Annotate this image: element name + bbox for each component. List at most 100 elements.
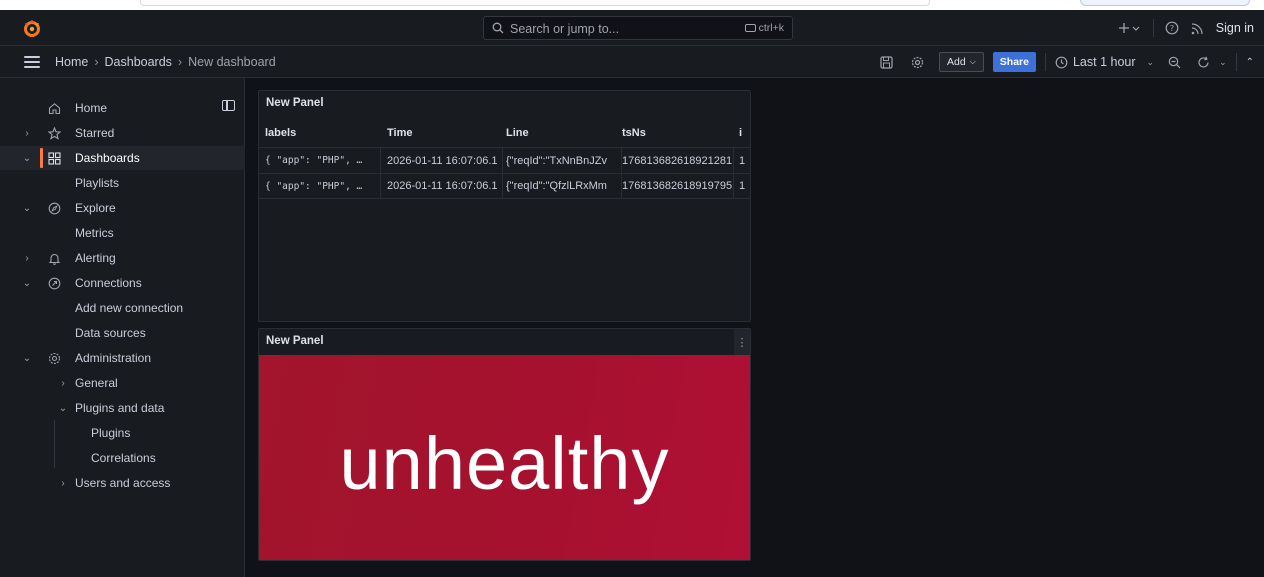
search-placeholder: Search or jump to... xyxy=(510,22,620,36)
browser-button xyxy=(1080,0,1250,6)
stat-value-background: unhealthy xyxy=(259,355,750,560)
table-row[interactable]: { "app": "PHP", … 2026-01-11 16:07:06.1 … xyxy=(259,147,750,173)
clock-icon xyxy=(1055,56,1068,68)
table-cell: {"reqId":"QfzlLRxMm xyxy=(506,174,622,198)
table-cell: 1 xyxy=(739,180,746,192)
chevron-up-icon[interactable]: ⌃ xyxy=(1246,57,1254,68)
sidebar-item-label: Plugins and data xyxy=(75,401,165,415)
browser-address-bar xyxy=(140,0,930,6)
nav-bar: Home › Dashboards › New dashboard Add ⌵ S… xyxy=(0,46,1264,78)
breadcrumb-dashboards[interactable]: Dashboards xyxy=(105,55,172,69)
cog-icon xyxy=(47,351,61,365)
sidebar-item-correlations[interactable]: Correlations xyxy=(0,446,245,470)
column-header-time[interactable]: Time xyxy=(387,121,503,145)
column-header-id[interactable]: i xyxy=(739,121,749,145)
sidebar-item-plugins[interactable]: Plugins xyxy=(0,421,245,445)
sidebar-item-data-sources[interactable]: Data sources xyxy=(0,321,245,345)
settings-gear-icon[interactable] xyxy=(910,55,924,69)
svg-text:?: ? xyxy=(1170,24,1174,33)
table-cell: 176813682618919795 xyxy=(622,174,734,198)
search-icon xyxy=(492,22,504,34)
chevron-down-icon[interactable]: ⌄ xyxy=(22,203,32,214)
sidebar-item-starred[interactable]: › Starred xyxy=(0,121,245,145)
sidebar-item-dashboards[interactable]: ⌄ Dashboards xyxy=(0,146,245,170)
breadcrumb-current: New dashboard xyxy=(188,55,276,69)
table-header: labels Time Line tsNs i xyxy=(259,121,750,145)
sidebar-item-label: Administration xyxy=(75,351,152,365)
star-icon xyxy=(47,126,61,140)
grafana-app: Search or jump to... ctrl+k ? Sign in Ho… xyxy=(0,10,1264,577)
sidebar-item-playlists[interactable]: Playlists xyxy=(0,171,245,195)
breadcrumb: Home › Dashboards › New dashboard xyxy=(55,55,276,69)
sidebar-item-label: Playlists xyxy=(75,176,120,190)
apps-icon xyxy=(47,151,61,165)
chevron-down-icon[interactable]: ⌄ xyxy=(22,153,32,164)
sidebar-item-label: Home xyxy=(75,101,108,115)
sidebar-item-metrics[interactable]: Metrics xyxy=(0,221,245,245)
keyboard-shortcut: ctrl+k xyxy=(744,22,784,34)
dashboard-toolbar: Add ⌵ Share Last 1 hour ⌄ ⌄ ⌃ xyxy=(879,46,1254,78)
sidebar-item-add-new-connection[interactable]: Add new connection xyxy=(0,296,245,320)
share-button[interactable]: Share xyxy=(992,52,1036,72)
column-header-line[interactable]: Line xyxy=(506,121,622,145)
column-header-tsns[interactable]: tsNs xyxy=(622,121,734,145)
chevron-down-icon[interactable]: ⌄ xyxy=(22,353,32,364)
sidebar-item-label: Plugins xyxy=(91,426,131,440)
sidebar-item-label: Connections xyxy=(75,276,142,290)
search-input[interactable]: Search or jump to... ctrl+k xyxy=(483,16,793,40)
sidebar-item-administration[interactable]: ⌄ Administration xyxy=(0,346,245,370)
column-header-labels[interactable]: labels xyxy=(265,121,381,145)
link-icon xyxy=(47,276,61,290)
save-icon[interactable] xyxy=(879,55,893,69)
chevron-down-icon[interactable]: ⌄ xyxy=(22,278,32,289)
bell-icon xyxy=(47,251,61,265)
panel-title: New Panel xyxy=(266,97,324,109)
chevron-down-icon[interactable]: ⌄ xyxy=(58,403,68,414)
chevron-right-icon[interactable]: › xyxy=(22,253,32,264)
home-icon xyxy=(47,101,61,115)
sidebar-item-label: Alerting xyxy=(75,251,116,265)
sign-in-link[interactable]: Sign in xyxy=(1216,21,1254,35)
sidebar-item-connections[interactable]: ⌄ Connections xyxy=(0,271,245,295)
breadcrumb-separator: › xyxy=(177,55,183,69)
chevron-down-icon: ⌵ xyxy=(969,57,976,66)
zoom-out-icon[interactable] xyxy=(1167,55,1181,69)
plus-icon[interactable] xyxy=(1117,20,1143,36)
table-cell: 176813682618921281 xyxy=(622,148,734,173)
refresh-icon[interactable] xyxy=(1196,55,1210,69)
chevron-right-icon[interactable]: › xyxy=(22,128,32,139)
table-cell: {"reqId":"TxNnBnJZv xyxy=(506,148,622,173)
stat-value: unhealthy xyxy=(339,422,670,505)
panel-menu-icon[interactable]: ⋮ xyxy=(734,329,750,355)
sidebar-item-home[interactable]: Home xyxy=(0,96,245,120)
rss-icon[interactable] xyxy=(1190,20,1206,36)
table-panel[interactable]: New Panel labels Time Line tsNs i { "app… xyxy=(258,90,751,322)
sidebar-item-explore[interactable]: ⌄ Explore xyxy=(0,196,245,220)
sidebar-item-plugins-and-data[interactable]: ⌄ Plugins and data xyxy=(0,396,245,420)
topbar-actions: ? Sign in xyxy=(1117,10,1254,46)
sidebar-item-alerting[interactable]: › Alerting xyxy=(0,246,245,270)
sidebar: Home › Starred ⌄ Dashboards Playlists ⌄ … xyxy=(0,78,245,577)
chevron-right-icon[interactable]: › xyxy=(58,478,68,489)
divider xyxy=(1044,53,1046,71)
grafana-logo-icon[interactable] xyxy=(22,18,42,38)
table-cell: { "app": "PHP", … xyxy=(265,174,381,198)
chevron-right-icon[interactable]: › xyxy=(58,378,68,389)
sidebar-item-general[interactable]: › General xyxy=(0,371,245,395)
sidebar-item-label: Explore xyxy=(75,201,116,215)
sidebar-item-users-and-access[interactable]: › Users and access xyxy=(0,471,245,495)
menu-icon[interactable] xyxy=(24,56,40,68)
active-indicator xyxy=(40,148,43,168)
time-range-picker[interactable]: Last 1 hour ⌄ xyxy=(1055,55,1154,69)
table-row[interactable]: { "app": "PHP", … 2026-01-11 16:07:06.1 … xyxy=(259,173,750,199)
breadcrumb-separator: › xyxy=(94,55,99,69)
add-button[interactable]: Add ⌵ xyxy=(939,52,984,72)
breadcrumb-home[interactable]: Home xyxy=(55,55,88,69)
chevron-down-icon: ⌄ xyxy=(1146,56,1155,67)
sidebar-item-label: Add new connection xyxy=(75,301,184,315)
help-icon[interactable]: ? xyxy=(1164,20,1180,36)
stat-panel[interactable]: New Panel ⋮ unhealthy xyxy=(258,328,751,561)
sidebar-item-label: Dashboards xyxy=(75,151,140,165)
chevron-down-icon[interactable]: ⌄ xyxy=(1219,57,1227,68)
table-cell: 2026-01-11 16:07:06.1 xyxy=(387,148,503,173)
